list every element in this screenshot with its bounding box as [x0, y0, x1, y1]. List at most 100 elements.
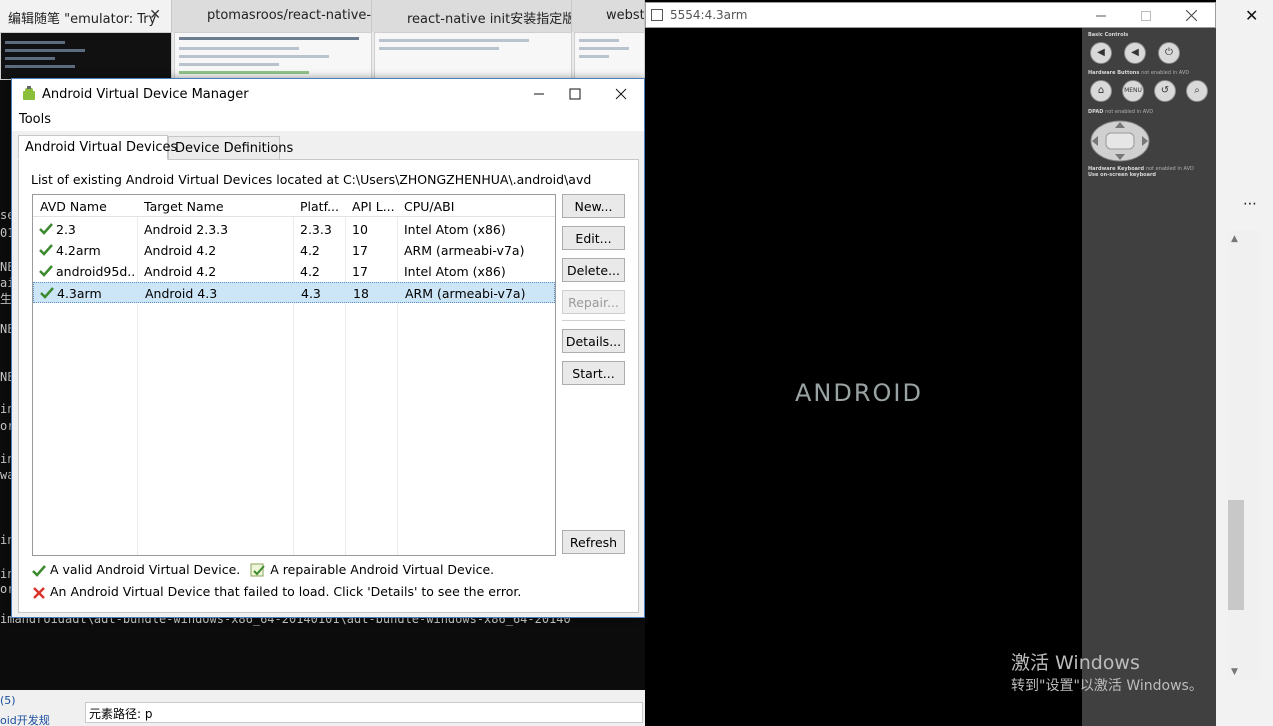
scrollbar-thumb[interactable] [1228, 500, 1244, 610]
status-link[interactable]: oid开发规 [0, 712, 50, 726]
close-icon[interactable]: ✕ [149, 7, 161, 23]
column-header-target-name[interactable]: Target Name [144, 199, 290, 214]
cell-cpu-abi: Intel Atom (x86) [404, 264, 506, 279]
back-button[interactable]: ↺ [1154, 80, 1176, 102]
browser-tab-label: 编辑随笔 "emulator: Try [8, 12, 157, 27]
maximize-icon[interactable] [1141, 11, 1151, 21]
tab-android-virtual-devices[interactable]: Android Virtual Devices [18, 135, 177, 160]
tab-preview-4[interactable] [574, 32, 645, 80]
valid-check-icon [39, 223, 53, 235]
table-row[interactable]: android95d... Android 4.2 4.2 17 Intel A… [33, 261, 555, 282]
cell-api-level: 17 [352, 243, 368, 258]
more-options-icon[interactable]: ⋯ [1243, 196, 1258, 212]
cell-avd-name: 4.3arm [57, 286, 102, 301]
power-button[interactable]: ⏻ [1158, 42, 1180, 64]
cell-platform: 4.2 [300, 243, 320, 258]
activation-watermark-subtitle: 转到"设置"以激活 Windows。 [1011, 678, 1203, 694]
menu-button[interactable]: MENU [1122, 80, 1144, 102]
boot-logo-text: ANDROID [795, 380, 923, 406]
volume-down-button[interactable]: ◀ [1090, 42, 1112, 64]
minimize-icon [534, 93, 544, 95]
details-button[interactable]: Details... [562, 329, 625, 353]
table-row-selected[interactable]: 4.3arm Android 4.3 4.3 18 ARM (armeabi-v… [33, 282, 555, 303]
avd-panel: List of existing Android Virtual Devices… [18, 159, 639, 613]
column-header-avd-name[interactable]: AVD Name [40, 199, 135, 214]
valid-check-icon [39, 265, 53, 277]
start-button[interactable]: Start... [562, 361, 625, 385]
repair-button[interactable]: Repair... [562, 290, 625, 314]
tab-preview-2[interactable] [174, 32, 372, 80]
dpad-control[interactable] [1090, 120, 1150, 162]
refresh-button[interactable]: Refresh [562, 530, 625, 554]
browser-tab-3[interactable]: react-native init安装指定版 [372, 0, 572, 32]
speaker-icon: ◀ [1097, 47, 1105, 58]
close-icon[interactable]: ✕ [1245, 6, 1258, 25]
cell-target-name: Android 4.3 [145, 286, 218, 301]
cell-platform: 2.3.3 [300, 222, 332, 237]
search-button[interactable]: ⌕ [1186, 80, 1208, 102]
valid-check-icon [39, 244, 53, 256]
edit-button[interactable]: Edit... [562, 226, 625, 250]
android-app-icon [23, 86, 35, 100]
delete-button[interactable]: Delete... [562, 258, 625, 282]
cell-avd-name: 2.3 [56, 222, 76, 237]
new-button[interactable]: New... [562, 194, 625, 218]
cell-platform: 4.2 [300, 264, 320, 279]
avd-table: AVD Name Target Name Platf... API L... C… [32, 194, 556, 556]
search-icon: ⌕ [1194, 85, 1200, 96]
column-header-cpu-abi[interactable]: CPU/ABI [404, 199, 554, 214]
avd-title-bar[interactable]: Android Virtual Device Manager [12, 79, 644, 109]
tab-device-definitions[interactable]: Device Definitions [168, 136, 293, 160]
avd-manager-window: Android Virtual Device Manager Tools And… [11, 78, 645, 618]
browser-tab-1[interactable]: 编辑随笔 "emulator: Try ✕ [0, 0, 172, 32]
maximize-button[interactable] [560, 83, 590, 105]
hardware-buttons-label: Hardware Buttons not enabled in AVD [1088, 70, 1190, 76]
cell-target-name: Android 4.2 [144, 243, 217, 258]
scrollbar[interactable]: ▲ ▼ [1228, 230, 1260, 680]
tab-preview-3[interactable] [374, 32, 572, 80]
table-header: AVD Name Target Name Platf... API L... C… [33, 195, 555, 217]
scroll-up-icon[interactable]: ▲ [1231, 234, 1238, 244]
minimize-button[interactable] [524, 83, 554, 105]
emulator-title: 5554:4.3arm [670, 8, 748, 22]
column-header-platform[interactable]: Platf... [300, 199, 344, 214]
column-header-api-level[interactable]: API L... [352, 199, 396, 214]
browser-tab-4[interactable]: websto [572, 0, 645, 32]
table-row[interactable]: 2.3 Android 2.3.3 2.3.3 10 Intel Atom (x… [33, 219, 555, 240]
speaker-loud-icon: ◀ [1131, 47, 1139, 58]
volume-up-button[interactable]: ◀ [1124, 42, 1146, 64]
close-button[interactable] [606, 83, 636, 105]
cell-cpu-abi: ARM (armeabi-v7a) [405, 286, 526, 301]
cell-platform: 4.3 [301, 286, 321, 301]
close-icon[interactable] [1186, 10, 1197, 21]
cell-cpu-abi: Intel Atom (x86) [404, 222, 506, 237]
cell-api-level: 17 [352, 264, 368, 279]
menu-label: MENU [1124, 87, 1142, 94]
legend-repairable: A repairable Android Virtual Device. [270, 562, 495, 577]
window-icon [651, 9, 663, 21]
tab-preview-1[interactable] [0, 32, 172, 80]
window-title: Android Virtual Device Manager [42, 87, 249, 102]
emulator-controls-panel: Basic Controls ◀ ◀ ⏻ Hardware Buttons no… [1082, 28, 1216, 726]
scroll-down-icon[interactable]: ▼ [1231, 667, 1238, 677]
maximize-icon [569, 88, 581, 100]
table-row[interactable]: 4.2arm Android 4.2 4.2 17 ARM (armeabi-v… [33, 240, 555, 261]
onscreen-keyboard-label: Use on-screen keyboard [1088, 172, 1157, 178]
cell-target-name: Android 4.2 [144, 264, 217, 279]
tab-preview-strip [0, 32, 645, 80]
legend-line-1: A valid Android Virtual Device. A repair… [32, 562, 494, 577]
menu-tools[interactable]: Tools [19, 112, 51, 127]
element-path-field[interactable]: 元素路径: p [85, 702, 643, 723]
emulator-title-bar[interactable]: 5554:4.3arm [645, 2, 1216, 28]
browser-tab-2[interactable]: ptomasroos/react-native-ta [172, 0, 372, 32]
home-button[interactable]: ⌂ [1090, 80, 1112, 102]
status-link[interactable]: (5) [0, 694, 16, 707]
basic-controls-label: Basic Controls [1088, 32, 1129, 38]
minimize-icon[interactable] [1096, 11, 1106, 21]
emulator-screen[interactable]: ANDROID [645, 28, 1082, 726]
button-separator [562, 320, 625, 321]
menu-bar: Tools [12, 109, 644, 131]
cell-cpu-abi: ARM (armeabi-v7a) [404, 243, 525, 258]
browser-tab-label: websto [606, 8, 645, 23]
close-icon [615, 88, 627, 100]
